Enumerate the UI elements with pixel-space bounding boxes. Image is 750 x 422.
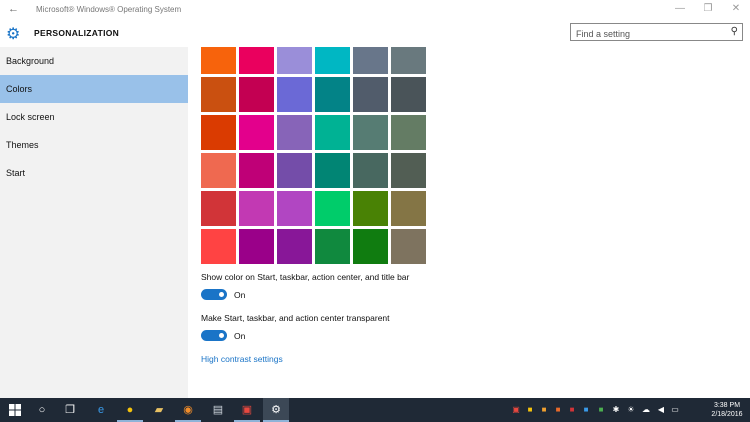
color-swatch[interactable] (277, 47, 312, 74)
network-drive-icon[interactable]: ▤ (205, 398, 231, 422)
color-swatch[interactable] (391, 47, 426, 74)
color-swatch[interactable] (391, 191, 426, 226)
color-swatch[interactable] (391, 115, 426, 150)
color-swatch[interactable] (239, 115, 274, 150)
color-swatch[interactable] (353, 191, 388, 226)
gear-icon: ⚙ (6, 26, 21, 43)
sidebar-item-colors[interactable]: Colors (0, 75, 188, 103)
window-title: Microsoft® Windows® Operating System (36, 5, 182, 14)
action-center-icon[interactable]: ▭ (670, 404, 680, 415)
color-swatch[interactable] (391, 77, 426, 112)
color-swatch[interactable] (315, 153, 350, 188)
color-swatch[interactable] (315, 115, 350, 150)
start-icon[interactable] (2, 398, 28, 422)
show-color-state: On (234, 290, 246, 300)
transparent-state: On (234, 331, 246, 341)
color-swatch[interactable] (315, 191, 350, 226)
pdf-icon[interactable]: ■ (567, 404, 577, 415)
transparent-toggle[interactable] (201, 330, 227, 341)
sidebar-item-background[interactable]: Background (0, 47, 188, 75)
minimize-button[interactable]: — (670, 3, 690, 14)
color-swatch[interactable] (201, 191, 236, 226)
back-arrow-icon[interactable]: ← (8, 3, 19, 15)
volume-icon[interactable]: ◀ (656, 404, 666, 415)
color-swatch[interactable] (353, 115, 388, 150)
color-swatch[interactable] (201, 77, 236, 112)
show-color-label: Show color on Start, taskbar, action cen… (201, 272, 410, 282)
restore-button[interactable]: ❐ (698, 3, 718, 14)
color-swatch[interactable] (201, 153, 236, 188)
color-swatch[interactable] (239, 77, 274, 112)
close-button[interactable]: ✕ (726, 3, 746, 14)
search-input[interactable] (576, 29, 721, 39)
transparent-label: Make Start, taskbar, and action center t… (201, 313, 390, 323)
settings-icon[interactable]: ⚙ (263, 398, 289, 422)
accent-color-grid (201, 47, 426, 264)
color-swatch[interactable] (277, 115, 312, 150)
color-swatch[interactable] (201, 229, 236, 264)
file-explorer-icon[interactable]: ▰ (146, 398, 172, 422)
sticky-note-icon[interactable]: ■ (525, 404, 535, 415)
calendar-tray-icon[interactable]: ▣ (511, 404, 521, 415)
search-icon[interactable]: ⚲ (731, 26, 738, 37)
search-box[interactable]: ⚲ (570, 23, 743, 41)
onedrive-icon[interactable]: ■ (539, 404, 549, 415)
color-swatch[interactable] (315, 229, 350, 264)
color-swatch[interactable] (277, 77, 312, 112)
sidebar-item-start[interactable]: Start (0, 159, 188, 187)
color-swatch[interactable] (391, 153, 426, 188)
clock-time: 3:38 PM (713, 402, 741, 409)
edge-icon[interactable]: e (88, 398, 114, 422)
calendar-app-icon[interactable]: ▣ (234, 398, 260, 422)
high-contrast-link[interactable]: High contrast settings (201, 354, 283, 364)
taskbar: ○ ❐ e ● ▰ ◉ ▤ ▣ ⚙ ▣ ■ ■ ■ ■ ■ ■ ✱ ☀ ☁ ◀ … (0, 398, 750, 422)
app-tray-icon[interactable]: ■ (553, 404, 563, 415)
sidebar-item-themes[interactable]: Themes (0, 131, 188, 159)
color-swatch[interactable] (239, 47, 274, 74)
color-swatch[interactable] (239, 153, 274, 188)
show-color-toggle[interactable] (201, 289, 227, 300)
bluetooth-icon[interactable]: ✱ (611, 404, 621, 415)
cloud-icon[interactable]: ☁ (641, 404, 651, 415)
color-swatch[interactable] (391, 229, 426, 264)
color-swatch[interactable] (353, 77, 388, 112)
color-swatch[interactable] (277, 153, 312, 188)
chrome-icon[interactable]: ● (117, 398, 143, 422)
toggle-knob (219, 333, 224, 338)
color-swatch[interactable] (201, 47, 236, 74)
color-swatch[interactable] (353, 229, 388, 264)
color-swatch[interactable] (201, 115, 236, 150)
title-bar: ← Microsoft® Windows® Operating System —… (0, 0, 750, 19)
color-swatch[interactable] (353, 153, 388, 188)
security-icon[interactable]: ■ (581, 404, 591, 415)
keyboard-icon[interactable]: ■ (596, 404, 606, 415)
toggle-knob (219, 292, 224, 297)
clock[interactable]: 3:38 PM 2/18/2016 (706, 401, 748, 419)
color-swatch[interactable] (239, 229, 274, 264)
color-swatch[interactable] (315, 77, 350, 112)
color-swatch[interactable] (315, 47, 350, 74)
color-swatch[interactable] (353, 47, 388, 74)
color-swatch[interactable] (277, 191, 312, 226)
sidebar: Background Colors Lock screen Themes Sta… (0, 47, 188, 398)
sidebar-item-lock-screen[interactable]: Lock screen (0, 103, 188, 131)
task-view-icon[interactable]: ❐ (57, 398, 83, 422)
color-swatch[interactable] (277, 229, 312, 264)
clock-date: 2/18/2016 (711, 411, 743, 418)
settings-header: ⚙ PERSONALIZATION ⚲ (0, 19, 750, 47)
weather-icon[interactable]: ☀ (626, 404, 636, 415)
firefox-icon[interactable]: ◉ (175, 398, 201, 422)
cortana-icon[interactable]: ○ (29, 398, 55, 422)
page-title: PERSONALIZATION (34, 28, 120, 38)
color-swatch[interactable] (239, 191, 274, 226)
